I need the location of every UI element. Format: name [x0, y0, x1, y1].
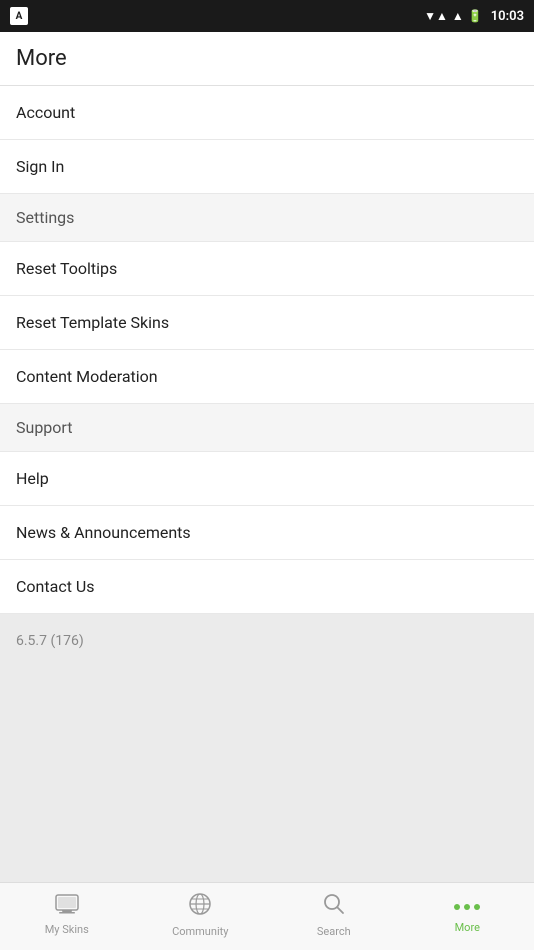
community-icon — [188, 892, 212, 921]
search-label: Search — [317, 925, 351, 938]
nav-item-more[interactable]: More — [401, 883, 534, 950]
page-title: More — [16, 46, 67, 71]
battery-icon: 🔋 — [468, 9, 483, 23]
status-bar-right: ▼▲ ▲ 🔋 10:03 — [424, 9, 524, 24]
menu-item-reset-tooltips[interactable]: Reset Tooltips — [0, 242, 534, 296]
main-content: More Account Sign In Settings Reset Tool… — [0, 32, 534, 882]
more-icon — [453, 895, 481, 917]
menu-item-account[interactable]: Account — [0, 86, 534, 140]
menu-item-contact-us[interactable]: Contact Us — [0, 560, 534, 614]
signal-icon: ▼▲ — [424, 9, 448, 23]
menu-section-settings: Settings — [0, 194, 534, 242]
nav-item-search[interactable]: Search — [267, 883, 401, 950]
menu-section-support: Support — [0, 404, 534, 452]
search-icon — [322, 892, 346, 921]
status-bar: A ▼▲ ▲ 🔋 10:03 — [0, 0, 534, 32]
more-label: More — [455, 921, 480, 934]
menu-item-reset-template-skins[interactable]: Reset Template Skins — [0, 296, 534, 350]
menu-list: Account Sign In Settings Reset Tooltips … — [0, 86, 534, 614]
wifi-icon: ▲ — [452, 9, 464, 23]
bottom-nav: My Skins Community Search — [0, 882, 534, 950]
nav-item-my-skins[interactable]: My Skins — [0, 883, 134, 950]
app-icon: A — [10, 7, 28, 25]
time-display: 10:03 — [491, 9, 524, 24]
version-area: 6.5.7 (176) — [0, 614, 534, 882]
menu-item-sign-in[interactable]: Sign In — [0, 140, 534, 194]
nav-item-community[interactable]: Community — [134, 883, 268, 950]
community-label: Community — [172, 925, 228, 938]
menu-item-content-moderation[interactable]: Content Moderation — [0, 350, 534, 404]
my-skins-label: My Skins — [45, 923, 89, 936]
menu-item-news-announcements[interactable]: News & Announcements — [0, 506, 534, 560]
page-header: More — [0, 32, 534, 86]
version-text: 6.5.7 (176) — [16, 633, 84, 649]
menu-item-help[interactable]: Help — [0, 452, 534, 506]
my-skins-icon — [55, 894, 79, 919]
status-bar-left: A — [10, 7, 28, 25]
